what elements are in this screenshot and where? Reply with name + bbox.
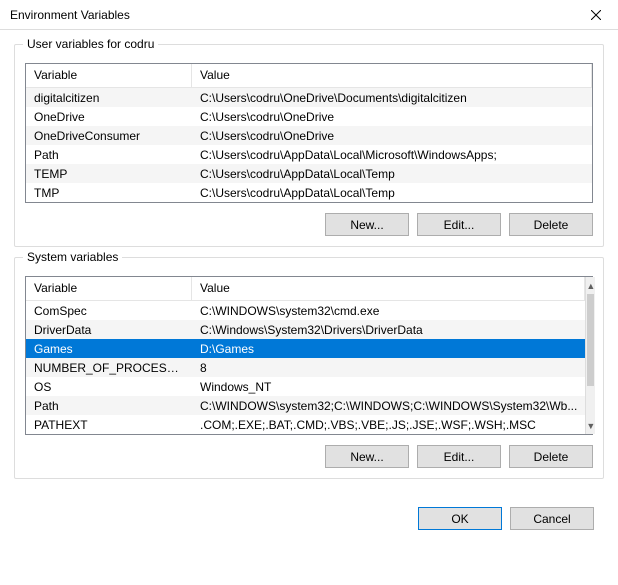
list-row[interactable]: PATHEXT .COM;.EXE;.BAT;.CMD;.VBS;.VBE;.J… [26, 415, 585, 434]
window-body: User variables for codru Variable Value … [0, 30, 618, 499]
list-row[interactable]: OneDriveConsumer C:\Users\codru\OneDrive [26, 126, 592, 145]
system-variables-legend: System variables [23, 250, 122, 264]
titlebar: Environment Variables [0, 0, 618, 30]
user-variables-legend: User variables for codru [23, 37, 158, 51]
cell-variable: ComSpec [26, 304, 192, 318]
list-row[interactable]: NUMBER_OF_PROCESSORS 8 [26, 358, 585, 377]
cell-value: D:\Games [192, 342, 585, 356]
column-header-variable[interactable]: Variable [26, 64, 192, 87]
list-row[interactable]: DriverData C:\Windows\System32\Drivers\D… [26, 320, 585, 339]
cell-variable: digitalcitizen [26, 91, 192, 105]
list-header: Variable Value [26, 64, 592, 88]
ok-button[interactable]: OK [418, 507, 502, 530]
close-button[interactable] [573, 0, 618, 30]
column-header-variable[interactable]: Variable [26, 277, 192, 300]
cell-value: C:\WINDOWS\system32;C:\WINDOWS;C:\WINDOW… [192, 399, 585, 413]
user-variables-list[interactable]: Variable Value digitalcitizen C:\Users\c… [25, 63, 593, 203]
cell-variable: Path [26, 148, 192, 162]
new-button[interactable]: New... [325, 445, 409, 468]
cell-variable: PATHEXT [26, 418, 192, 432]
list-row[interactable]: TEMP C:\Users\codru\AppData\Local\Temp [26, 164, 592, 183]
scroll-up-icon[interactable]: ▲ [586, 277, 595, 294]
list-row[interactable]: Path C:\WINDOWS\system32;C:\WINDOWS;C:\W… [26, 396, 585, 415]
dialog-buttons: OK Cancel [0, 507, 618, 544]
list-row[interactable]: OS Windows_NT [26, 377, 585, 396]
cell-value: C:\Users\codru\OneDrive [192, 110, 592, 124]
window-title: Environment Variables [10, 8, 130, 22]
cell-value: C:\WINDOWS\system32\cmd.exe [192, 304, 585, 318]
system-rows: ComSpec C:\WINDOWS\system32\cmd.exe Driv… [26, 301, 585, 434]
cell-variable: Games [26, 342, 192, 356]
cell-variable: OneDriveConsumer [26, 129, 192, 143]
cell-variable: TEMP [26, 167, 192, 181]
cell-value: C:\Users\codru\AppData\Local\Microsoft\W… [192, 148, 592, 162]
scrollbar[interactable]: ▲ ▼ [585, 277, 595, 434]
system-variables-list[interactable]: Variable Value ComSpec C:\WINDOWS\system… [25, 276, 593, 435]
user-buttons: New... Edit... Delete [25, 213, 593, 236]
delete-button[interactable]: Delete [509, 445, 593, 468]
column-header-value[interactable]: Value [192, 64, 592, 87]
list-row[interactable]: ComSpec C:\WINDOWS\system32\cmd.exe [26, 301, 585, 320]
edit-button[interactable]: Edit... [417, 213, 501, 236]
cell-variable: DriverData [26, 323, 192, 337]
list-row[interactable]: TMP C:\Users\codru\AppData\Local\Temp [26, 183, 592, 202]
delete-button[interactable]: Delete [509, 213, 593, 236]
column-header-value[interactable]: Value [192, 277, 585, 300]
cell-variable: OS [26, 380, 192, 394]
cancel-button[interactable]: Cancel [510, 507, 594, 530]
cell-variable: NUMBER_OF_PROCESSORS [26, 361, 192, 375]
cell-variable: TMP [26, 186, 192, 200]
cell-variable: Path [26, 399, 192, 413]
list-row[interactable]: OneDrive C:\Users\codru\OneDrive [26, 107, 592, 126]
list-header: Variable Value [26, 277, 585, 301]
system-buttons: New... Edit... Delete [25, 445, 593, 468]
cell-value: C:\Windows\System32\Drivers\DriverData [192, 323, 585, 337]
new-button[interactable]: New... [325, 213, 409, 236]
cell-variable: OneDrive [26, 110, 192, 124]
cell-value: 8 [192, 361, 585, 375]
cell-value: Windows_NT [192, 380, 585, 394]
system-variables-group: System variables Variable Value ComSpec [14, 257, 604, 479]
scrollbar-thumb[interactable] [587, 294, 594, 386]
cell-value: C:\Users\codru\AppData\Local\Temp [192, 167, 592, 181]
close-icon [591, 10, 601, 20]
cell-value: C:\Users\codru\OneDrive [192, 129, 592, 143]
cell-value: .COM;.EXE;.BAT;.CMD;.VBS;.VBE;.JS;.JSE;.… [192, 418, 585, 432]
user-rows: digitalcitizen C:\Users\codru\OneDrive\D… [26, 88, 592, 202]
user-variables-group: User variables for codru Variable Value … [14, 44, 604, 247]
edit-button[interactable]: Edit... [417, 445, 501, 468]
list-row[interactable]: Path C:\Users\codru\AppData\Local\Micros… [26, 145, 592, 164]
cell-value: C:\Users\codru\AppData\Local\Temp [192, 186, 592, 200]
list-row-selected[interactable]: Games D:\Games [26, 339, 585, 358]
scroll-down-icon[interactable]: ▼ [586, 417, 595, 434]
list-row[interactable]: digitalcitizen C:\Users\codru\OneDrive\D… [26, 88, 592, 107]
scrollbar-track[interactable] [586, 294, 595, 417]
cell-value: C:\Users\codru\OneDrive\Documents\digita… [192, 91, 592, 105]
